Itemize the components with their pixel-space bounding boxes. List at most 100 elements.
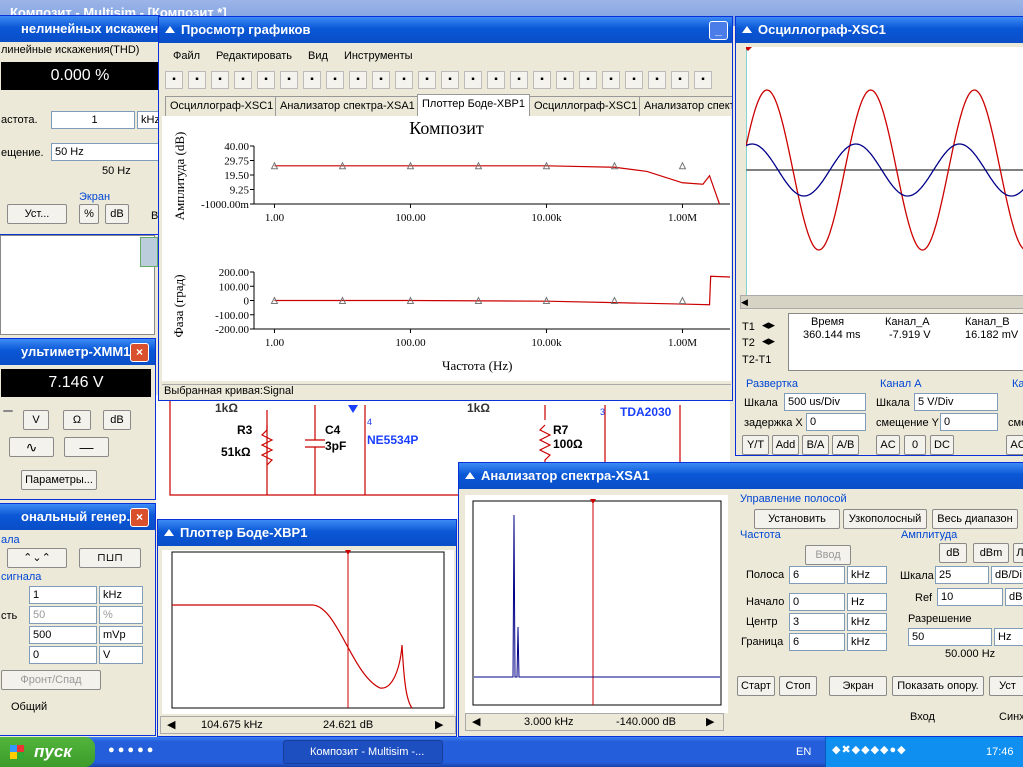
scope-delay-input[interactable]: 0 [806, 413, 866, 431]
sa-screen-button[interactable]: Экран [829, 676, 887, 696]
zoom-fit-icon[interactable]: ▪ [487, 71, 505, 89]
scope-add-button[interactable]: Add [772, 435, 799, 455]
cut-icon[interactable]: ▪ [280, 71, 298, 89]
sa-ust-button[interactable]: Уст [989, 676, 1023, 696]
multimeter-ac-button[interactable]: ∿ [9, 437, 54, 457]
trace-icon[interactable]: ▪ [648, 71, 666, 89]
funcgen-amp-unit[interactable]: mVp [99, 626, 143, 644]
menu-edit[interactable]: Редактировать [216, 50, 292, 62]
sa-lin-button[interactable]: Л [1013, 543, 1023, 563]
thd-percent-button[interactable]: % [79, 204, 99, 224]
menu-tools[interactable]: Инструменты [344, 50, 413, 62]
sa-span-unit[interactable]: kHz [847, 566, 887, 584]
funcgen-square-button[interactable]: ⊓⊔⊓ [79, 548, 141, 568]
scope-ba-button[interactable]: B/A [802, 435, 829, 455]
multimeter-ohm-button[interactable]: Ω [63, 410, 91, 430]
sa-right-icon[interactable]: ▶ [706, 714, 714, 730]
cursors-icon[interactable]: ▪ [418, 71, 436, 89]
sa-stop-button[interactable]: Стоп [779, 676, 817, 696]
prop4-icon[interactable]: ▪ [602, 71, 620, 89]
scope-scrollbar[interactable]: ◀ [740, 295, 1023, 309]
grid-icon[interactable]: ▪ [372, 71, 390, 89]
sa-span-input[interactable]: 6 [789, 566, 845, 584]
scope-cha-dc-button[interactable]: DC [930, 435, 954, 455]
thd-bias-input[interactable]: 50 Hz [51, 143, 159, 161]
sa-left-icon[interactable]: ◀ [472, 714, 480, 730]
scope-cha-ac-button[interactable]: AC [876, 435, 900, 455]
sa-res-input[interactable]: 50 [908, 628, 992, 646]
prop2-icon[interactable]: ▪ [556, 71, 574, 89]
bode-right-icon[interactable]: ▶ [435, 717, 443, 733]
prop1-icon[interactable]: ▪ [533, 71, 551, 89]
scope-ab-button[interactable]: A/B [832, 435, 859, 455]
open-icon[interactable]: ▪ [188, 71, 206, 89]
zoom-out-icon[interactable]: ▪ [464, 71, 482, 89]
bode-icon[interactable]: ▪ [625, 71, 643, 89]
multimeter-params-button[interactable]: Параметры... [21, 470, 97, 490]
sa-set-button[interactable]: Установить [754, 509, 840, 529]
funcgen-duty-input[interactable]: 50 [29, 606, 97, 624]
funcgen-triangle-button[interactable]: ⌃⌄⌃ [7, 548, 67, 568]
scope-cha-offset-input[interactable]: 0 [940, 413, 998, 431]
multimeter-v-button[interactable]: V [23, 410, 49, 430]
copy-icon[interactable]: ▪ [303, 71, 321, 89]
sa-ref-input[interactable]: 10 [937, 588, 1003, 606]
funcgen-edge-button[interactable]: Фронт/Спад [1, 670, 101, 690]
legend-icon[interactable]: ▪ [395, 71, 413, 89]
new-icon[interactable]: ▪ [165, 71, 183, 89]
sa-start-input[interactable]: 0 [789, 593, 845, 611]
save-icon[interactable]: ▪ [211, 71, 229, 89]
funcgen-amp-input[interactable]: 500 [29, 626, 97, 644]
grapher-min-icon[interactable]: _ [709, 21, 728, 40]
tab-osc-1[interactable]: Осциллограф-XSC1 [165, 96, 279, 116]
funcgen-freq-input[interactable]: 1 [29, 586, 97, 604]
t2-arrows-icon[interactable]: ◂▸ [762, 333, 775, 349]
sa-start-unit[interactable]: Hz [847, 593, 887, 611]
sa-showref-button[interactable]: Показать опору. [892, 676, 984, 696]
zoom-in-icon[interactable]: ▪ [441, 71, 459, 89]
multimeter-dc-button[interactable]: — [64, 437, 109, 457]
funcgen-freq-unit[interactable]: kHz [99, 586, 143, 604]
tab-spectrum-2[interactable]: Анализатор спект [639, 96, 732, 116]
multimeter-db-button[interactable]: dB [103, 410, 131, 430]
undo-icon[interactable]: ▪ [349, 71, 367, 89]
funcgen-duty-unit[interactable]: % [99, 606, 143, 624]
thd-freq-input[interactable]: 1 [51, 111, 135, 129]
tray-icons[interactable]: ◆✖◆◆◆◆●◆ [832, 743, 907, 756]
t1-arrows-icon[interactable]: ◂▸ [762, 317, 775, 333]
sa-narrow-button[interactable]: Узкополосный [843, 509, 927, 529]
sa-ref-unit[interactable]: dB [1005, 588, 1023, 606]
scope-cha-0-button[interactable]: 0 [904, 435, 926, 455]
menu-file[interactable]: Файл [173, 50, 200, 62]
print-icon[interactable]: ▪ [234, 71, 252, 89]
funcgen-offset-input[interactable]: 0 [29, 646, 97, 664]
sa-enter-button[interactable]: Ввод [805, 545, 851, 565]
start-button[interactable]: пуск [0, 737, 95, 767]
funcgen-close-icon[interactable]: × [130, 508, 149, 527]
sa-scale-unit[interactable]: dB/Di [991, 566, 1023, 584]
scope-yt-button[interactable]: Y/T [742, 435, 769, 455]
sa-end-input[interactable]: 6 [789, 633, 845, 651]
thd-side-tool[interactable] [140, 237, 158, 267]
funcgen-offset-unit[interactable]: V [99, 646, 143, 664]
menu-view[interactable]: Вид [308, 50, 328, 62]
thd-db-button[interactable]: dB [105, 204, 129, 224]
scope-timebase-input[interactable]: 500 us/Div [784, 393, 866, 411]
sa-db-button[interactable]: dB [939, 543, 967, 563]
scope-cha-scale-input[interactable]: 5 V/Div [914, 393, 998, 411]
tab-osc-2[interactable]: Осциллограф-XSC1 [529, 96, 643, 116]
sa-center-unit[interactable]: kHz [847, 613, 887, 631]
pages-icon[interactable]: ▪ [694, 71, 712, 89]
sa-start-button[interactable]: Старт [737, 676, 775, 696]
paste-icon[interactable]: ▪ [326, 71, 344, 89]
sa-res-unit[interactable]: Hz [994, 628, 1023, 646]
sa-full-button[interactable]: Весь диапазон [932, 509, 1018, 529]
prop3-icon[interactable]: ▪ [579, 71, 597, 89]
thd-set-button[interactable]: Уст... [7, 204, 67, 224]
scope-chb-ac-button[interactable]: AC [1006, 435, 1023, 455]
language-indicator[interactable]: EN [796, 746, 811, 758]
tab-spectrum-1[interactable]: Анализатор спектра-XSA1 [275, 96, 420, 116]
sa-scale-input[interactable]: 25 [935, 566, 989, 584]
overlay-icon[interactable]: ▪ [671, 71, 689, 89]
export-icon[interactable]: ▪ [510, 71, 528, 89]
